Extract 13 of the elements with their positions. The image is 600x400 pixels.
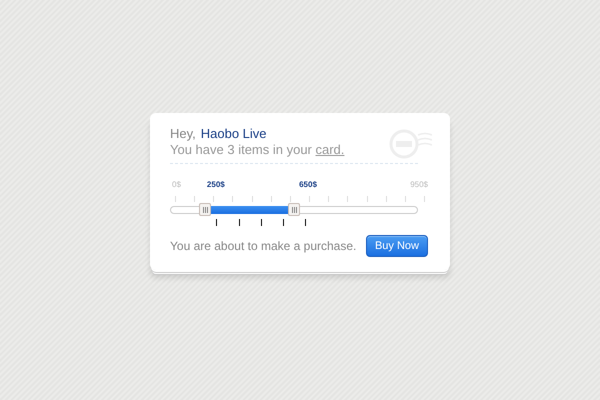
greeting-text: Hey,	[170, 126, 196, 141]
buy-now-button[interactable]: Buy Now	[366, 235, 428, 257]
max-label: 950$	[410, 180, 428, 189]
min-label: 0$	[172, 180, 181, 189]
slider-handle[interactable]	[288, 203, 300, 216]
high-value-label: 650$	[299, 180, 317, 189]
items-text: You have 3 items in your	[170, 142, 313, 157]
purchase-text: You are about to make a purchase.	[170, 239, 356, 253]
range-slider[interactable]	[170, 206, 418, 214]
low-value-label: 250$	[206, 180, 225, 189]
user-name: Haobo Live	[200, 126, 267, 141]
card-link[interactable]: card.	[316, 142, 344, 157]
slider-handle[interactable]	[199, 203, 212, 216]
